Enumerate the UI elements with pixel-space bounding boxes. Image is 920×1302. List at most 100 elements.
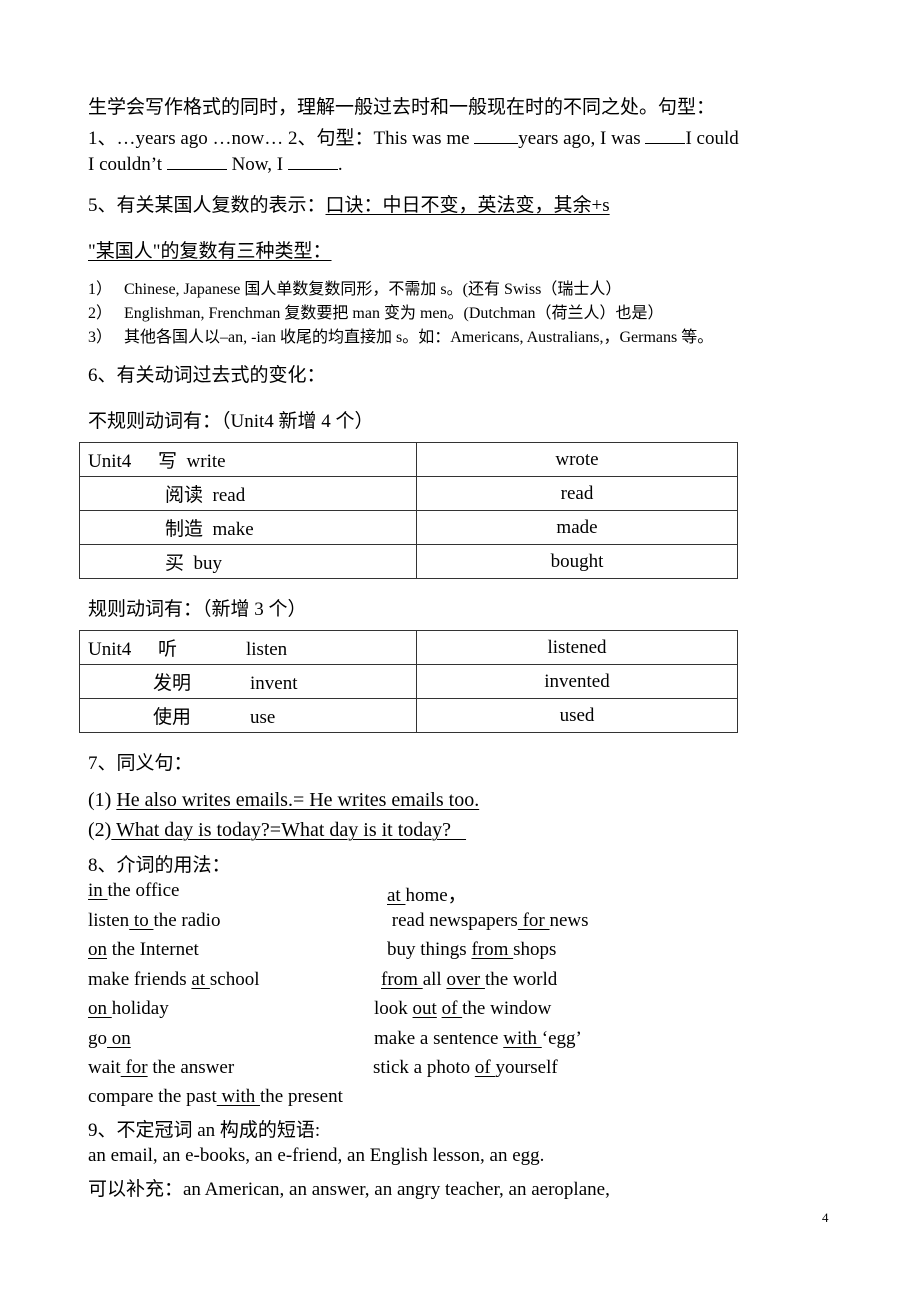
- intro-line-3-c: .: [337, 154, 343, 175]
- phrase-text: ‘egg’: [541, 1028, 582, 1049]
- sentence-text: He also writes emails.= He writes emails…: [116, 789, 480, 811]
- preposition-phrase: look out of the window: [374, 998, 551, 1020]
- intro-line-3-a: I couldn’t: [88, 154, 167, 175]
- blank-was: [645, 127, 686, 144]
- preposition-phrase: buy things from shops: [387, 939, 556, 961]
- preposition: over: [446, 969, 485, 990]
- verb-past-cell: bought: [416, 544, 738, 579]
- preposition: on: [88, 998, 112, 1019]
- phrase-text: the present: [260, 1086, 343, 1107]
- verb-chinese: 写: [158, 451, 178, 472]
- item-number: 1）: [88, 281, 113, 298]
- preposition-phrase: wait for the answer: [88, 1057, 234, 1079]
- section5-subheading: "某国人"的复数有三种类型：: [88, 241, 332, 262]
- preposition-phrase: go on: [88, 1028, 131, 1050]
- preposition: of: [441, 998, 463, 1019]
- phrase-text: home，: [405, 885, 467, 906]
- irregular-verbs-table: Unit4 写 write wrote 阅读 read read 制造 make …: [79, 442, 738, 579]
- verb-base-cell: 制造 make: [79, 510, 417, 545]
- intro-line-2-b: years ago, I was: [518, 128, 646, 149]
- verb-past-cell: wrote: [416, 442, 738, 477]
- preposition: on: [88, 939, 107, 960]
- preposition-phrase: on the Internet: [88, 939, 199, 961]
- verb-chinese: 阅读: [165, 485, 204, 506]
- phrase-text: the radio: [153, 910, 221, 931]
- synonym-sentence: (2) What day is today?=What day is it to…: [88, 819, 466, 842]
- intro-line-3-b: Now, I: [231, 154, 288, 175]
- section5-heading-prefix: 5、有关某国人复数的表示：: [88, 195, 326, 216]
- section5-mnemonic: 口诀：中日不变，英法变，其余+s: [325, 195, 610, 216]
- phrase-text: school: [209, 969, 260, 990]
- verb-english: make: [212, 519, 254, 540]
- section6-heading: 6、有关动词过去式的变化：: [88, 365, 326, 386]
- verb-english: invent: [250, 673, 298, 694]
- preposition: from: [381, 969, 423, 990]
- verb-base-cell: Unit4 听 listen: [79, 630, 417, 665]
- preposition-phrase: read newspapers for news: [387, 910, 589, 932]
- irregular-verbs-title: 不规则动词有：（Unit4 新增 4 个）: [88, 411, 374, 432]
- verb-base-cell: Unit4 写 write: [79, 442, 417, 477]
- phrase-text: yourself: [495, 1057, 558, 1078]
- phrase-text: the answer: [147, 1057, 235, 1078]
- preposition: in: [88, 880, 108, 901]
- preposition: out: [412, 998, 437, 1019]
- preposition-phrase: in the office: [88, 880, 179, 902]
- verb-english: use: [250, 707, 276, 728]
- table-row: 使用 use used: [79, 698, 738, 733]
- phrase-text: shops: [513, 939, 557, 960]
- intro-line-2-a: 1、…years ago …now… 2、句型：This was me: [88, 128, 475, 149]
- phrase-text: the world: [484, 969, 558, 990]
- verb-chinese: 制造: [165, 519, 204, 540]
- regular-verbs-table: Unit4 听 listen listened 发明 invent invented …: [79, 630, 738, 733]
- phrase-text: make friends: [88, 969, 192, 990]
- section5-item: 1） Chinese, Japanese 国人单数复数同形，不需加 s。(还有 S…: [88, 275, 621, 299]
- verb-english: listen: [246, 639, 288, 660]
- intro-line-2: 1、…years ago …now… 2、句型：This was me year…: [88, 123, 739, 150]
- preposition-phrase: compare the past with the present: [88, 1086, 343, 1108]
- preposition: of: [474, 1057, 496, 1078]
- table-row: 制造 make made: [79, 510, 738, 545]
- item-number: 2）: [88, 305, 113, 322]
- section9-heading: 9、不定冠词 an 构成的短语:: [88, 1120, 321, 1141]
- table-row: 阅读 read read: [79, 476, 738, 511]
- preposition-phrase: at home，: [387, 880, 467, 907]
- preposition: at: [191, 969, 210, 990]
- verb-chinese: 使用: [153, 707, 192, 728]
- phrase-text: stick a photo: [373, 1057, 475, 1078]
- intro-line-1: 生学会写作格式的同时，理解一般过去时和一般现在时的不同之处。句型：: [88, 97, 716, 118]
- verb-past-cell: listened: [416, 630, 738, 665]
- preposition: at: [387, 885, 406, 906]
- phrase-text: look: [374, 998, 413, 1019]
- sentence-number: (1): [88, 789, 117, 811]
- blank-years: [474, 127, 519, 144]
- section9-line-2: 可以补充：an American, an answer, an angry te…: [88, 1179, 610, 1200]
- section7-heading: 7、同义句：: [88, 753, 193, 774]
- phrase-text: news: [549, 910, 589, 931]
- phrase-text: go: [88, 1028, 107, 1049]
- table-row: 发明 invent invented: [79, 664, 738, 699]
- phrase-text: buy things: [387, 939, 472, 960]
- preposition-phrase: from all over the world: [381, 969, 557, 991]
- preposition-phrase: make friends at school: [88, 969, 259, 991]
- phrase-text: wait: [88, 1057, 121, 1078]
- phrase-text: compare the past: [88, 1086, 217, 1107]
- section5-item: 3） 其他各国人以–an, -ian 收尾的均直接加 s。如：Americans,…: [88, 323, 713, 347]
- item-text: Chinese, Japanese 国人单数复数同形，不需加 s。(还有 Swi…: [124, 281, 622, 298]
- section9-line-1: an email, an e-books, an e-friend, an En…: [88, 1145, 545, 1166]
- table-row: Unit4 听 listen listened: [79, 630, 738, 665]
- verb-past-cell: read: [416, 476, 738, 511]
- preposition-phrase: make a sentence with ‘egg’: [374, 1028, 582, 1050]
- section5-item: 2） Englishman, Frenchman 复数要把 man 变为 men。…: [88, 299, 664, 323]
- preposition: on: [107, 1028, 131, 1049]
- phrase-text: the window: [462, 998, 552, 1019]
- verb-base-cell: 发明 invent: [79, 664, 417, 699]
- regular-verbs-title: 规则动词有：（新增 3 个）: [88, 599, 307, 620]
- preposition: for: [517, 910, 550, 931]
- section5-heading: 5、有关某国人复数的表示：口诀：中日不变，英法变，其余+s: [88, 190, 610, 217]
- synonym-sentence: (1) He also writes emails.= He writes em…: [88, 789, 479, 812]
- phrase-text: the Internet: [107, 939, 199, 960]
- intro-line-3: I couldn’t Now, I .: [88, 153, 343, 176]
- unit-label: Unit4: [88, 639, 132, 660]
- phrase-text: holiday: [111, 998, 169, 1019]
- item-number: 3）: [88, 329, 113, 346]
